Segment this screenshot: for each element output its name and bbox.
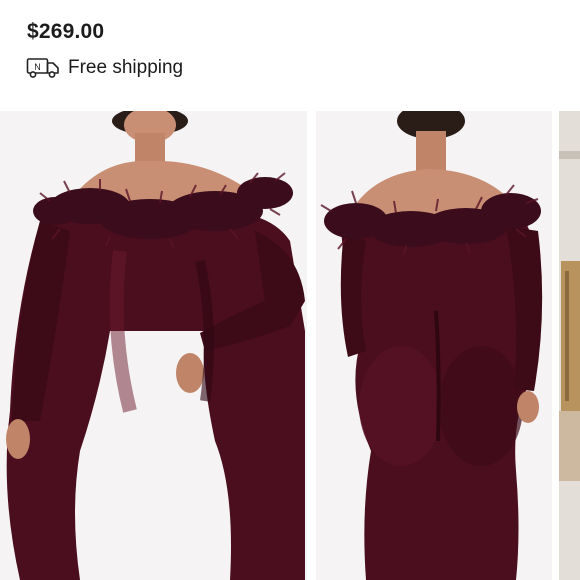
delivery-truck-icon: N: [26, 57, 60, 79]
product-photo-front[interactable]: [0, 111, 307, 580]
shipping-info: N Free shipping: [26, 54, 183, 82]
price: $269.00: [27, 20, 105, 43]
shipping-label: Free shipping: [68, 57, 184, 78]
photo-gallery[interactable]: [0, 111, 580, 580]
product-photo-rack[interactable]: [559, 111, 580, 580]
product-photo-back[interactable]: [316, 111, 552, 580]
truck-letter: N: [34, 62, 41, 72]
